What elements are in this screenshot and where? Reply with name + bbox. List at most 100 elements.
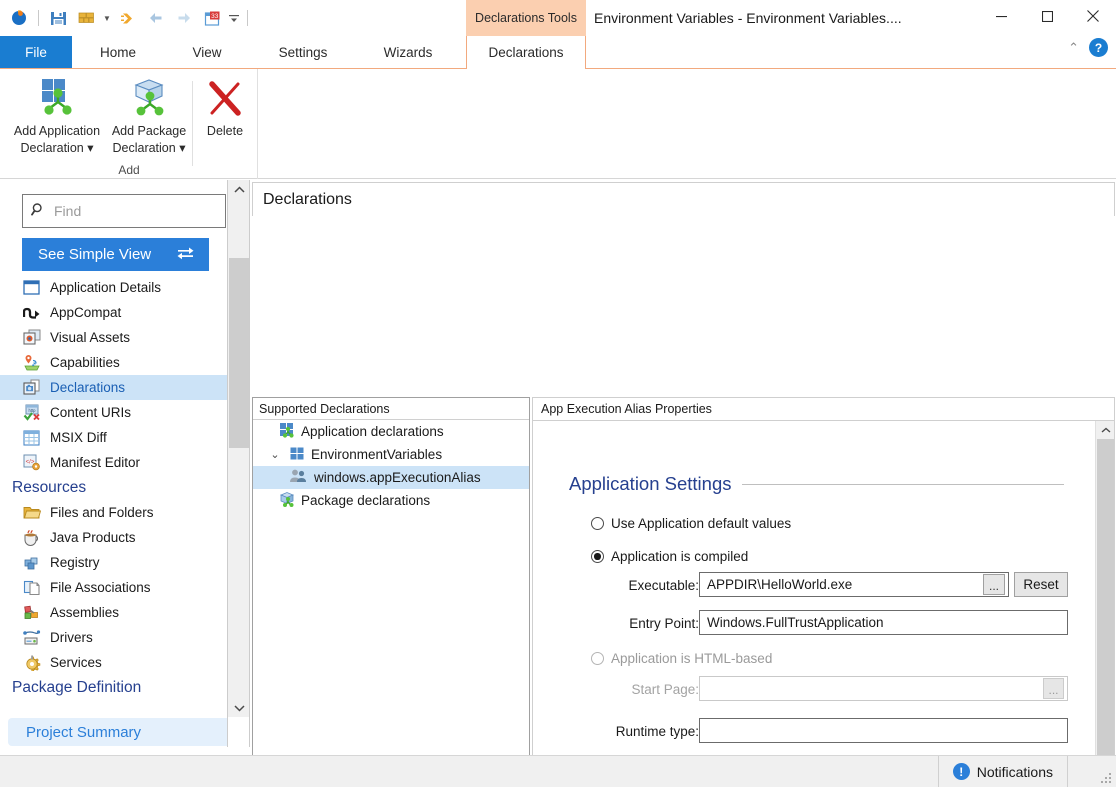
sidebar-nav-list: Application Details AppCompat	[0, 275, 228, 700]
notification-icon: !	[953, 763, 970, 780]
sidebar-item-project-summary[interactable]: Project Summary	[8, 718, 228, 746]
manifest-editor-icon: </>	[22, 453, 41, 472]
add-package-declaration-button[interactable]: Add Package Declaration ▾	[108, 74, 190, 157]
radio-label: Application is compiled	[611, 549, 748, 564]
page-title: Declarations	[252, 182, 1115, 216]
save-icon[interactable]	[45, 5, 71, 31]
declarations-icon	[22, 378, 41, 397]
contextual-tab-header: Declarations Tools	[466, 0, 586, 36]
start-page-input[interactable]	[699, 676, 1068, 701]
sidebar-item-registry[interactable]: Registry	[0, 550, 228, 575]
radio-indicator	[591, 517, 604, 530]
sidebar-item-label: Files and Folders	[50, 505, 154, 520]
close-button[interactable]	[1070, 0, 1116, 32]
resize-grip[interactable]	[1099, 771, 1113, 785]
sidebar-scroll-thumb[interactable]	[229, 258, 249, 448]
sidebar-item-label: Assemblies	[50, 605, 119, 620]
sidebar-item-msix-diff[interactable]: MSIX Diff	[0, 425, 228, 450]
app-execution-alias-icon	[289, 468, 308, 487]
app-logo-icon[interactable]	[6, 5, 32, 31]
sidebar: Find See Simple View Application Det	[0, 180, 228, 747]
sidebar-item-appcompat[interactable]: AppCompat	[0, 300, 228, 325]
forward-arrow-icon[interactable]	[171, 5, 197, 31]
tree-node-application-declarations[interactable]: Application declarations	[253, 420, 529, 443]
sidebar-item-file-associations[interactable]: File Associations	[0, 575, 228, 600]
ribbon-group-add: Add Application Declaration ▾	[0, 69, 258, 179]
tab-wizards[interactable]: Wizards	[356, 36, 460, 69]
tree-node-app-execution-alias[interactable]: windows.appExecutionAlias	[253, 466, 529, 489]
msix-diff-icon	[22, 428, 41, 447]
add-application-declaration-label: Add Application Declaration ▾	[14, 123, 100, 157]
drivers-icon	[22, 628, 41, 647]
status-bar: ! Notifications	[0, 755, 1116, 787]
tree-node-environment-variables[interactable]: ⌄ EnvironmentVariables	[253, 443, 529, 466]
sidebar-item-label: Content URIs	[50, 405, 131, 420]
add-app-decl-line2: Declaration	[21, 141, 84, 155]
executable-input[interactable]: APPDIR\HelloWorld.exe	[699, 572, 1009, 597]
tree-node-package-declarations[interactable]: Package declarations	[253, 489, 529, 512]
sidebar-item-services[interactable]: Services	[0, 650, 228, 675]
tab-file[interactable]: File	[0, 36, 72, 69]
delete-button[interactable]: Delete	[196, 74, 254, 140]
back-arrow-icon[interactable]	[143, 5, 169, 31]
properties-scroll-thumb[interactable]	[1097, 439, 1114, 787]
sidebar-scroll-down-icon[interactable]	[228, 699, 250, 717]
svg-text:33: 33	[211, 13, 219, 20]
search-icon	[31, 202, 46, 220]
sidebar-scroll-up-icon[interactable]	[228, 180, 250, 198]
radio-application-is-html-based[interactable]: Application is HTML-based	[591, 651, 772, 666]
start-page-browse-button[interactable]: ...	[1043, 678, 1064, 699]
help-icon[interactable]: ?	[1089, 38, 1108, 57]
executable-browse-button[interactable]: ...	[983, 574, 1005, 595]
tab-home[interactable]: Home	[72, 36, 164, 69]
sidebar-item-content-uris[interactable]: http Content URIs	[0, 400, 228, 425]
entry-point-input[interactable]: Windows.FullTrustApplication	[699, 610, 1068, 635]
add-app-decl-caret[interactable]: ▾	[87, 141, 93, 155]
sidebar-item-declarations[interactable]: Declarations	[0, 375, 228, 400]
sidebar-header-resources: Resources	[0, 475, 228, 500]
window-title: Environment Variables - Environment Vari…	[594, 0, 902, 36]
tree-node-label: EnvironmentVariables	[311, 447, 442, 462]
collapse-ribbon-icon[interactable]: ⌃	[1068, 40, 1079, 56]
sidebar-item-manifest-editor[interactable]: </> Manifest Editor	[0, 450, 228, 475]
chevron-down-icon[interactable]: ⌄	[267, 448, 283, 461]
sidebar-item-files-and-folders[interactable]: Files and Folders	[0, 500, 228, 525]
content-area: Declarations Supported Declarations	[251, 180, 1116, 747]
build-package-icon[interactable]	[73, 5, 99, 31]
search-input[interactable]: Find	[22, 194, 226, 228]
tab-settings[interactable]: Settings	[250, 36, 356, 69]
add-pkg-decl-caret[interactable]: ▾	[179, 141, 185, 155]
executable-reset-button[interactable]: Reset	[1014, 572, 1068, 597]
radio-indicator	[591, 652, 604, 665]
radio-use-application-default-values[interactable]: Use Application default values	[591, 516, 791, 531]
tab-declarations[interactable]: Declarations	[466, 36, 586, 69]
runtime-type-label: Runtime type:	[569, 724, 699, 739]
runtime-type-input[interactable]	[699, 718, 1068, 743]
add-application-declaration-button[interactable]: Add Application Declaration ▾	[6, 74, 108, 157]
sidebar-item-capabilities[interactable]: Capabilities	[0, 350, 228, 375]
calendar-icon[interactable]: 33	[199, 5, 225, 31]
see-simple-view-button[interactable]: See Simple View	[22, 238, 209, 271]
customize-qat-caret[interactable]	[227, 5, 241, 31]
registry-icon	[22, 553, 41, 572]
minimize-button[interactable]	[978, 0, 1024, 32]
sidebar-item-visual-assets[interactable]: Visual Assets	[0, 325, 228, 350]
build-dropdown-caret[interactable]: ▼	[101, 5, 113, 31]
sidebar-item-application-details[interactable]: Application Details	[0, 275, 228, 300]
sidebar-scrollbar[interactable]	[228, 180, 250, 717]
qat-divider-2	[247, 10, 248, 26]
sidebar-item-drivers[interactable]: Drivers	[0, 625, 228, 650]
sidebar-item-java-products[interactable]: Java Products	[0, 525, 228, 550]
properties-scrollbar[interactable]	[1095, 421, 1114, 787]
tab-view[interactable]: View	[164, 36, 250, 69]
package-declarations-icon	[279, 491, 295, 510]
start-page-label: Start Page:	[569, 682, 699, 697]
sidebar-item-label: MSIX Diff	[50, 430, 107, 445]
run-icon[interactable]	[115, 5, 141, 31]
sidebar-item-label: AppCompat	[50, 305, 121, 320]
sidebar-item-assemblies[interactable]: Assemblies	[0, 600, 228, 625]
radio-application-is-compiled[interactable]: Application is compiled	[591, 549, 748, 564]
properties-scroll-up-icon[interactable]	[1096, 421, 1115, 439]
notifications-button[interactable]: ! Notifications	[938, 756, 1068, 787]
maximize-button[interactable]	[1024, 0, 1070, 32]
